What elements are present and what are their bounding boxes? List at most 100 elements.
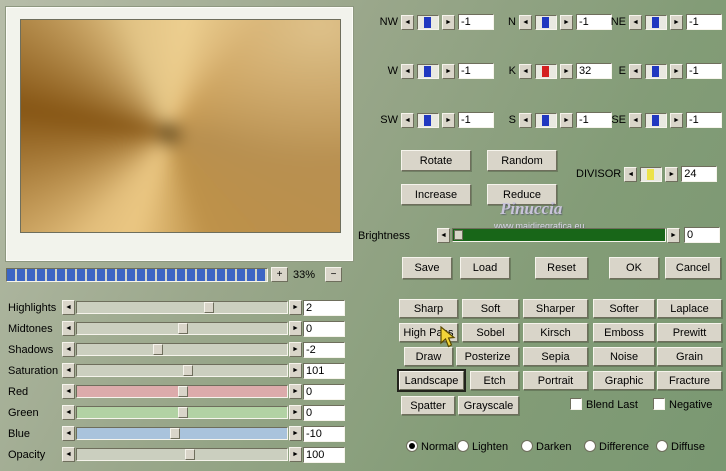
increase-button[interactable]: Increase	[401, 184, 471, 205]
filter-button-soft[interactable]: Soft	[462, 299, 519, 318]
arrow-right-icon[interactable]: ►	[442, 112, 455, 128]
opacity-value-field[interactable]	[303, 447, 345, 463]
arrow-right-icon[interactable]: ►	[289, 426, 302, 441]
direction-slider[interactable]	[417, 63, 439, 79]
arrow-right-icon[interactable]: ►	[670, 112, 683, 128]
highlights-value-field[interactable]	[303, 300, 345, 316]
slider-thumb[interactable]	[652, 65, 659, 77]
filter-button-kirsch[interactable]: Kirsch	[523, 323, 588, 342]
se-value-field[interactable]	[686, 112, 722, 128]
arrow-right-icon[interactable]: ►	[289, 405, 302, 420]
slider-thumb[interactable]	[204, 302, 214, 313]
filter-button-landscape[interactable]: Landscape	[397, 369, 466, 392]
filter-button-emboss[interactable]: Emboss	[593, 323, 655, 342]
brightness-slider[interactable]	[452, 228, 666, 242]
slider-thumb[interactable]	[185, 449, 195, 460]
filter-button-laplace[interactable]: Laplace	[657, 299, 722, 318]
arrow-left-icon[interactable]: ◄	[629, 14, 642, 30]
zoom-in-button[interactable]: +	[271, 267, 288, 282]
arrow-left-icon[interactable]: ◄	[62, 363, 75, 378]
filter-button-sepia[interactable]: Sepia	[523, 347, 588, 366]
arrow-left-icon[interactable]: ◄	[62, 342, 75, 357]
nw-value-field[interactable]	[458, 14, 494, 30]
filter-button-fracture[interactable]: Fracture	[657, 371, 722, 390]
arrow-left-icon[interactable]: ◄	[62, 321, 75, 336]
direction-slider[interactable]	[535, 14, 557, 30]
arrow-right-icon[interactable]: ►	[442, 14, 455, 30]
slider-thumb[interactable]	[424, 65, 431, 77]
slider-track[interactable]	[76, 406, 288, 419]
filter-button-noise[interactable]: Noise	[593, 347, 655, 366]
filter-button-graphic[interactable]: Graphic	[593, 371, 655, 390]
arrow-right-icon[interactable]: ►	[667, 228, 680, 243]
e-value-field[interactable]	[686, 63, 722, 79]
reset-button[interactable]: Reset	[535, 257, 588, 279]
arrow-right-icon[interactable]: ►	[442, 63, 455, 79]
blend-mode-radio-difference[interactable]	[584, 440, 596, 452]
arrow-right-icon[interactable]: ►	[289, 300, 302, 315]
arrow-right-icon[interactable]: ►	[670, 14, 683, 30]
arrow-left-icon[interactable]: ◄	[519, 112, 532, 128]
filter-button-softer[interactable]: Softer	[593, 299, 655, 318]
red-value-field[interactable]	[303, 384, 345, 400]
filter-button-etch[interactable]: Etch	[470, 371, 519, 390]
slider-track[interactable]	[76, 385, 288, 398]
arrow-right-icon[interactable]: ►	[289, 321, 302, 336]
arrow-right-icon[interactable]: ►	[560, 63, 573, 79]
slider-thumb[interactable]	[178, 386, 188, 397]
random-button[interactable]: Random	[487, 150, 557, 171]
arrow-left-icon[interactable]: ◄	[62, 300, 75, 315]
arrow-left-icon[interactable]: ◄	[437, 228, 450, 243]
arrow-right-icon[interactable]: ►	[665, 166, 679, 182]
arrow-left-icon[interactable]: ◄	[62, 384, 75, 399]
slider-thumb[interactable]	[652, 16, 659, 28]
brightness-value-field[interactable]	[684, 227, 720, 243]
slider-track[interactable]	[76, 427, 288, 440]
arrow-left-icon[interactable]: ◄	[62, 447, 75, 462]
preview-image[interactable]	[20, 19, 341, 233]
divisor-value-field[interactable]	[681, 166, 718, 182]
filter-button-posterize[interactable]: Posterize	[456, 347, 519, 366]
slider-track[interactable]	[76, 448, 288, 461]
divisor-slider[interactable]	[640, 166, 663, 182]
direction-slider[interactable]	[645, 112, 667, 128]
slider-track[interactable]	[76, 364, 288, 377]
arrow-left-icon[interactable]: ◄	[624, 166, 638, 182]
green-value-field[interactable]	[303, 405, 345, 421]
w-value-field[interactable]	[458, 63, 494, 79]
arrow-left-icon[interactable]: ◄	[629, 63, 642, 79]
filter-button-sharper[interactable]: Sharper	[523, 299, 588, 318]
filter-button-grayscale[interactable]: Grayscale	[458, 396, 519, 415]
filter-button-portrait[interactable]: Portrait	[523, 371, 588, 390]
direction-slider[interactable]	[535, 112, 557, 128]
slider-thumb[interactable]	[454, 230, 463, 240]
blend-mode-radio-diffuse[interactable]	[656, 440, 668, 452]
slider-thumb[interactable]	[542, 114, 549, 126]
arrow-right-icon[interactable]: ►	[560, 14, 573, 30]
blend-mode-radio-normal[interactable]	[406, 440, 418, 452]
direction-slider[interactable]	[645, 63, 667, 79]
filter-button-sharp[interactable]: Sharp	[399, 299, 458, 318]
slider-thumb[interactable]	[647, 168, 655, 180]
blue-value-field[interactable]	[303, 426, 345, 442]
arrow-right-icon[interactable]: ►	[289, 384, 302, 399]
arrow-right-icon[interactable]: ►	[289, 447, 302, 462]
blend-mode-radio-lighten[interactable]	[457, 440, 469, 452]
arrow-left-icon[interactable]: ◄	[401, 14, 414, 30]
slider-thumb[interactable]	[170, 428, 180, 439]
arrow-left-icon[interactable]: ◄	[629, 112, 642, 128]
sw-value-field[interactable]	[458, 112, 494, 128]
filter-button-sobel[interactable]: Sobel	[462, 323, 519, 342]
slider-thumb[interactable]	[178, 407, 188, 418]
arrow-right-icon[interactable]: ►	[289, 363, 302, 378]
direction-slider[interactable]	[417, 14, 439, 30]
arrow-left-icon[interactable]: ◄	[401, 112, 414, 128]
load-button[interactable]: Load	[460, 257, 510, 279]
arrow-left-icon[interactable]: ◄	[62, 405, 75, 420]
saturation-value-field[interactable]	[303, 363, 345, 379]
zoom-out-button[interactable]: −	[325, 267, 342, 282]
midtones-value-field[interactable]	[303, 321, 345, 337]
slider-thumb[interactable]	[542, 16, 549, 28]
direction-slider[interactable]	[417, 112, 439, 128]
cancel-button[interactable]: Cancel	[665, 257, 721, 279]
